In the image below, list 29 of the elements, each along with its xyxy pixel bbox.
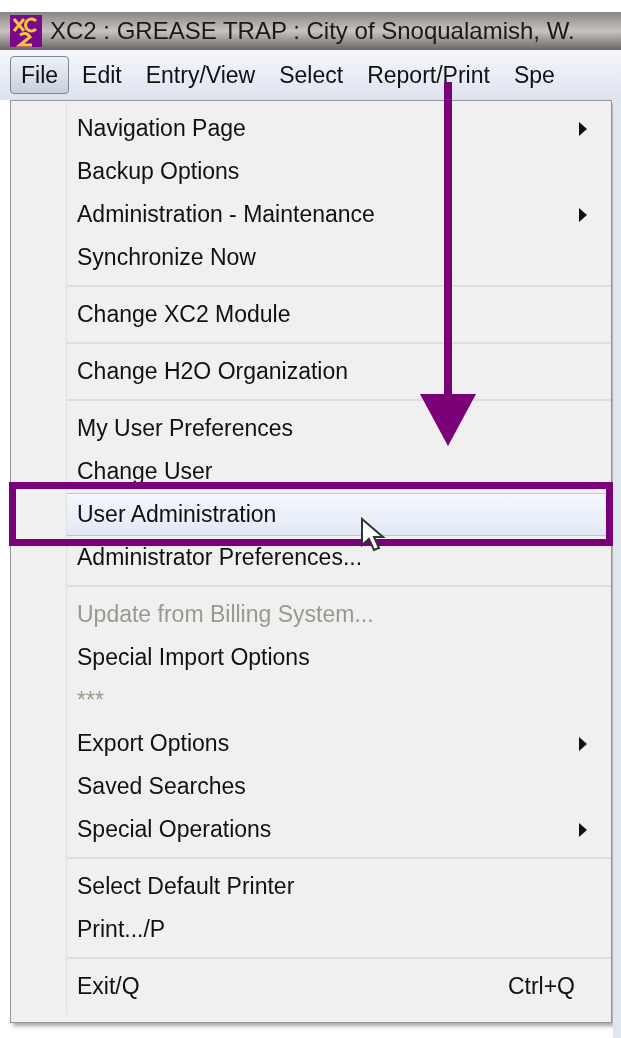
menu-item[interactable]: Administration - Maintenance	[67, 193, 611, 236]
menu-item[interactable]: Synchronize Now	[67, 236, 611, 279]
menu-bar-item[interactable]: Edit	[71, 56, 133, 94]
menu-item[interactable]: Backup Options	[67, 150, 611, 193]
menu-bar-item[interactable]: Select	[268, 56, 355, 94]
menu-bar-item[interactable]: Entry/View	[134, 56, 267, 94]
menu-bar-item[interactable]: File	[10, 56, 70, 94]
shortcut-label: Ctrl+Q	[507, 972, 575, 1002]
submenu-arrow-icon	[579, 736, 587, 751]
submenu-arrow-icon	[579, 822, 587, 837]
menu-item[interactable]: Print.../P	[67, 908, 611, 951]
menu-item[interactable]: Change XC2 Module	[67, 293, 611, 336]
menu-item[interactable]: Select Default Printer	[67, 865, 611, 908]
menu-item[interactable]: Special Import Options	[67, 636, 611, 679]
submenu-arrow-icon	[579, 207, 587, 222]
submenu-arrow-icon	[579, 121, 587, 136]
menu-item[interactable]: Saved Searches	[67, 765, 611, 808]
menu-bar-item[interactable]: Report/Print	[356, 56, 501, 94]
menu-item[interactable]: Change H2O Organization	[67, 350, 611, 393]
menu-item[interactable]: Exit/Q Ctrl+Q	[67, 965, 611, 1008]
menu-item[interactable]: Change User	[67, 450, 611, 493]
menu-bar-item[interactable]: Spe	[502, 56, 566, 94]
app-logo-icon	[10, 15, 42, 47]
menu-item[interactable]: Special Operations	[67, 808, 611, 851]
mouse-cursor-icon	[360, 517, 388, 553]
menu-item[interactable]: My User Preferences	[67, 407, 611, 450]
menu-item[interactable]: Navigation Page	[67, 107, 611, 150]
window-title: XC2 : GREASE TRAP : City of Snoqualamish, W.	[50, 16, 575, 46]
menu-item[interactable]: Export Options	[67, 722, 611, 765]
